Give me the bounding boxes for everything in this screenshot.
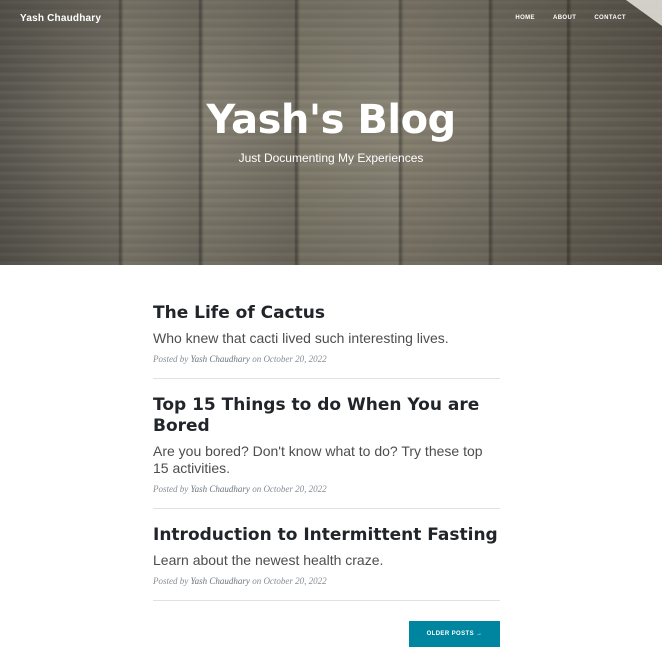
post-preview[interactable]: Top 15 Things to do When You are Bored A… xyxy=(153,395,500,508)
older-posts-button[interactable]: OLDER POSTS → xyxy=(409,621,500,647)
post-subtitle[interactable]: Learn about the newest health craze. xyxy=(153,552,500,569)
post-author-link[interactable]: Yash Chaudhary xyxy=(191,484,250,494)
post-title[interactable]: Introduction to Intermittent Fasting xyxy=(153,525,500,546)
post-divider xyxy=(153,508,500,509)
post-date: October 20, 2022 xyxy=(263,484,327,494)
post-list: The Life of Cactus Who knew that cacti l… xyxy=(153,303,500,617)
post-preview[interactable]: Introduction to Intermittent Fasting Lea… xyxy=(153,525,500,600)
post-subtitle[interactable]: Are you bored? Don't know what to do? Tr… xyxy=(153,443,500,477)
nav-link-about[interactable]: ABOUT xyxy=(553,15,576,21)
site-subheading: Just Documenting My Experiences xyxy=(238,151,424,165)
page-header: Yash Chaudhary HOME ABOUT CONTACT Yash's… xyxy=(0,0,662,265)
post-date: October 20, 2022 xyxy=(263,354,327,364)
post-meta-prefix: Posted by xyxy=(153,576,189,586)
post-title[interactable]: Top 15 Things to do When You are Bored xyxy=(153,395,500,437)
nav-link-home[interactable]: HOME xyxy=(515,15,535,21)
navbar-brand[interactable]: Yash Chaudhary xyxy=(20,13,101,24)
post-meta: Posted by Yash Chaudhary on October 20, … xyxy=(153,484,500,494)
post-meta: Posted by Yash Chaudhary on October 20, … xyxy=(153,354,500,364)
navbar: Yash Chaudhary HOME ABOUT CONTACT xyxy=(0,0,662,40)
post-date: October 20, 2022 xyxy=(263,576,327,586)
post-author-link[interactable]: Yash Chaudhary xyxy=(191,576,250,586)
post-meta-on: on xyxy=(252,354,262,364)
nav-link-contact[interactable]: CONTACT xyxy=(594,15,626,21)
post-meta-prefix: Posted by xyxy=(153,354,189,364)
post-divider xyxy=(153,378,500,379)
post-title[interactable]: The Life of Cactus xyxy=(153,303,500,324)
post-preview[interactable]: The Life of Cactus Who knew that cacti l… xyxy=(153,303,500,378)
post-meta: Posted by Yash Chaudhary on October 20, … xyxy=(153,576,500,586)
post-divider xyxy=(153,600,500,601)
nav-links: HOME ABOUT CONTACT xyxy=(515,15,626,21)
site-heading: Yash's Blog xyxy=(206,97,456,143)
post-meta-prefix: Posted by xyxy=(153,484,189,494)
post-subtitle[interactable]: Who knew that cacti lived such interesti… xyxy=(153,330,500,347)
post-author-link[interactable]: Yash Chaudhary xyxy=(191,354,250,364)
post-meta-on: on xyxy=(252,576,262,586)
post-meta-on: on xyxy=(252,484,262,494)
